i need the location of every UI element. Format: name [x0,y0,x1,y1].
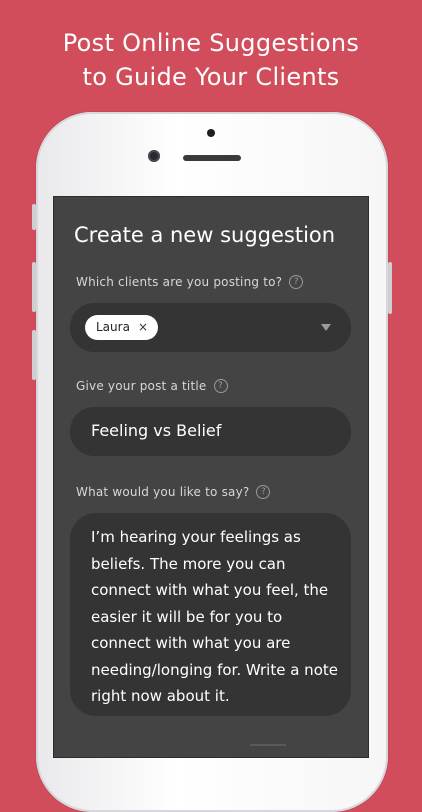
client-chip-label: Laura [96,320,130,334]
message-value: I’m hearing your feelings as beliefs. Th… [91,528,338,705]
post-title-label: Give your post a title ? [76,379,228,393]
post-title-input[interactable]: Feeling vs Belief [70,407,351,456]
scroll-hint [250,744,286,746]
volume-up-button [32,262,36,312]
help-icon[interactable]: ? [256,485,271,499]
post-title-value: Feeling vs Belief [91,421,222,440]
chevron-down-icon[interactable] [321,324,331,331]
power-button [388,262,392,314]
promo-headline-line1: Post Online Suggestions [62,29,360,57]
post-title-label-text: Give your post a title [76,379,207,393]
earpiece-speaker [183,155,241,161]
page-title: Create a new suggestion [74,223,336,247]
front-sensor [207,129,215,137]
mute-switch [32,204,36,230]
close-icon[interactable]: × [138,315,148,340]
clients-label: Which clients are you posting to? ? [76,275,304,289]
volume-down-button [32,330,36,380]
promo-headline: Post Online Suggestions to Guide Your Cl… [0,26,422,94]
promo-headline-line2: to Guide Your Clients [82,63,340,91]
help-icon[interactable]: ? [213,379,228,393]
client-chip: Laura × [85,315,158,340]
help-icon[interactable]: ? [289,275,304,289]
app-screen: Create a new suggestion Which clients ar… [54,197,368,757]
client-select[interactable]: Laura × [70,303,351,352]
message-label: What would you like to say? ? [76,485,271,499]
message-textarea[interactable]: I’m hearing your feelings as beliefs. Th… [70,513,351,716]
clients-label-text: Which clients are you posting to? [76,275,283,289]
message-label-text: What would you like to say? [76,485,250,499]
front-camera [148,150,160,162]
